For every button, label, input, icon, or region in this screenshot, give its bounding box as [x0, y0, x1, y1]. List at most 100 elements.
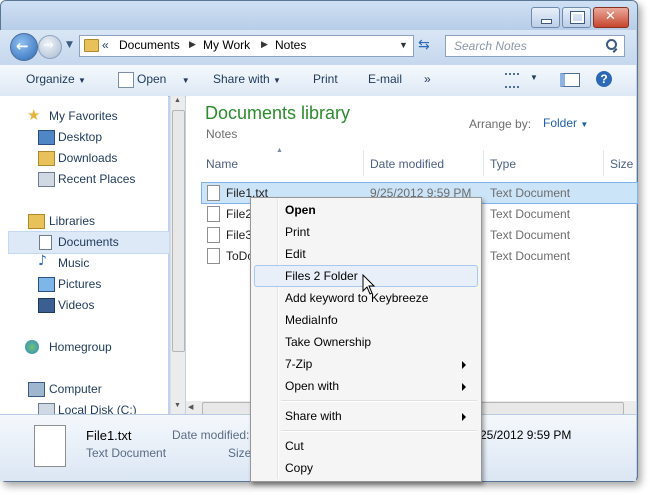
details-date-label: Date modified: [172, 428, 250, 442]
minimize-button[interactable] [531, 7, 560, 28]
menu-item-open-with[interactable]: Open with [285, 379, 339, 393]
chevron-down-icon: ▼ [580, 120, 589, 129]
menu-item-copy[interactable]: Copy [285, 461, 313, 475]
share-with-button[interactable]: Share with ▼ [213, 72, 281, 86]
text-file-icon [207, 227, 220, 243]
pictures-icon [38, 277, 55, 292]
nav-videos[interactable]: Videos [58, 298, 94, 312]
details-date-value: 25/2012 9:59 PM [480, 428, 572, 442]
refresh-icon[interactable]: ⇆ [418, 37, 430, 53]
menu-item-share-with[interactable]: Share with [285, 409, 342, 423]
organize-button[interactable]: Organize ▼ [26, 72, 86, 86]
nav-scrollbar[interactable]: ▲ ▼ [170, 96, 185, 414]
breadcrumb-separator-icon[interactable]: ▶ [261, 39, 268, 50]
file-type: Text Document [490, 228, 571, 242]
details-filename: File1.txt [86, 428, 132, 443]
scroll-down-icon[interactable]: ▼ [174, 402, 181, 409]
column-date-modified[interactable]: Date modified [370, 157, 444, 171]
nav-computer[interactable]: Computer [49, 382, 102, 396]
address-dropdown-icon[interactable]: ▼ [399, 40, 408, 50]
star-icon: ★ [27, 106, 41, 124]
menu-item-files-2-folder[interactable]: Files 2 Folder [285, 269, 358, 283]
nav-desktop[interactable]: Desktop [58, 130, 102, 144]
scroll-left-icon[interactable]: ◀ [188, 403, 193, 411]
menu-separator [281, 430, 477, 432]
chevron-down-icon: ▼ [273, 76, 281, 85]
nav-favorites[interactable]: My Favorites [49, 109, 118, 123]
submenu-arrow-icon [462, 413, 466, 421]
nav-downloads[interactable]: Downloads [58, 151, 117, 165]
column-type[interactable]: Type [490, 157, 516, 171]
details-filetype: Text Document [86, 446, 167, 460]
menu-item-take-ownership[interactable]: Take Ownership [285, 335, 371, 349]
menu-item-open[interactable]: Open [285, 203, 316, 217]
menu-item-cut[interactable]: Cut [285, 439, 304, 453]
forward-arrow-icon: → [43, 38, 54, 53]
change-view-icon[interactable] [505, 73, 519, 88]
more-commands-button[interactable]: » [424, 72, 431, 86]
back-arrow-icon: ← [16, 37, 29, 55]
preview-pane-icon[interactable] [560, 73, 580, 87]
library-title: Documents library [205, 103, 351, 123]
text-file-icon [207, 248, 220, 264]
computer-icon [28, 382, 45, 397]
file-type: Text Document [490, 207, 571, 221]
forward-button[interactable]: → [38, 35, 62, 59]
arrange-by-label: Arrange by: [469, 117, 532, 131]
email-button[interactable]: E-mail [368, 72, 402, 86]
column-size[interactable]: Size [610, 157, 633, 171]
nav-libraries[interactable]: Libraries [49, 214, 95, 228]
folder-icon [84, 39, 99, 52]
breadcrumb-separator-icon[interactable]: ▶ [189, 39, 196, 50]
nav-homegroup[interactable]: Homegroup [49, 340, 112, 354]
libraries-icon [28, 214, 45, 229]
documents-icon [39, 235, 52, 250]
help-icon[interactable]: ? [596, 71, 612, 87]
column-name[interactable]: Name [206, 157, 238, 171]
desktop-icon [38, 130, 55, 145]
music-icon: ♪ [38, 253, 47, 269]
breadcrumb-overflow-icon[interactable]: « [102, 38, 109, 52]
search-box[interactable]: Search Notes [445, 35, 625, 57]
nav-scroll-thumb[interactable] [172, 110, 185, 352]
arrange-by-dropdown[interactable]: Folder ▼ [543, 116, 588, 130]
library-subtitle: Notes [206, 127, 238, 141]
menu-item-mediainfo[interactable]: MediaInfo [285, 313, 338, 327]
file-name[interactable]: File2 [226, 207, 252, 221]
menu-separator [281, 400, 477, 402]
menu-item-7zip[interactable]: 7-Zip [285, 357, 312, 371]
address-bar[interactable]: « Documents ▶ My Work ▶ Notes ▼ [79, 35, 414, 57]
breadcrumb-notes[interactable]: Notes [275, 38, 306, 52]
videos-icon [38, 298, 55, 313]
view-dropdown-icon[interactable]: ▼ [530, 73, 538, 82]
recent-places-icon [38, 172, 55, 187]
text-file-large-icon [34, 425, 66, 467]
nav-music[interactable]: Music [58, 256, 89, 270]
print-button[interactable]: Print [313, 72, 338, 86]
file-type: Text Document [490, 186, 571, 200]
nav-pictures[interactable]: Pictures [58, 277, 101, 291]
back-button[interactable]: ← [10, 33, 38, 61]
menu-item-print[interactable]: Print [285, 225, 310, 239]
recent-pages-dropdown-icon[interactable]: ▼ [66, 40, 73, 50]
search-placeholder: Search Notes [454, 39, 527, 53]
submenu-arrow-icon [462, 383, 466, 391]
nav-recent-places[interactable]: Recent Places [58, 172, 135, 186]
submenu-arrow-icon [462, 361, 466, 369]
open-icon [118, 72, 134, 88]
menu-item-edit[interactable]: Edit [285, 247, 306, 261]
sort-ascending-icon: ▲ [276, 147, 283, 154]
open-button[interactable]: Open ▼ [137, 72, 190, 86]
nav-documents[interactable]: Documents [58, 235, 119, 249]
breadcrumb-documents[interactable]: Documents [119, 38, 180, 52]
menu-item-add-keyword[interactable]: Add keyword to Keybreeze [285, 291, 428, 305]
text-file-icon [207, 185, 220, 201]
maximize-button[interactable] [562, 7, 591, 28]
close-button[interactable]: ✕ [593, 7, 629, 28]
file-name[interactable]: File3 [226, 228, 252, 242]
file-type: Text Document [490, 249, 571, 263]
breadcrumb-my-work[interactable]: My Work [203, 38, 250, 52]
chevron-down-icon: ▼ [181, 76, 190, 85]
homegroup-icon [25, 340, 39, 354]
scroll-up-icon[interactable]: ▲ [174, 97, 181, 104]
